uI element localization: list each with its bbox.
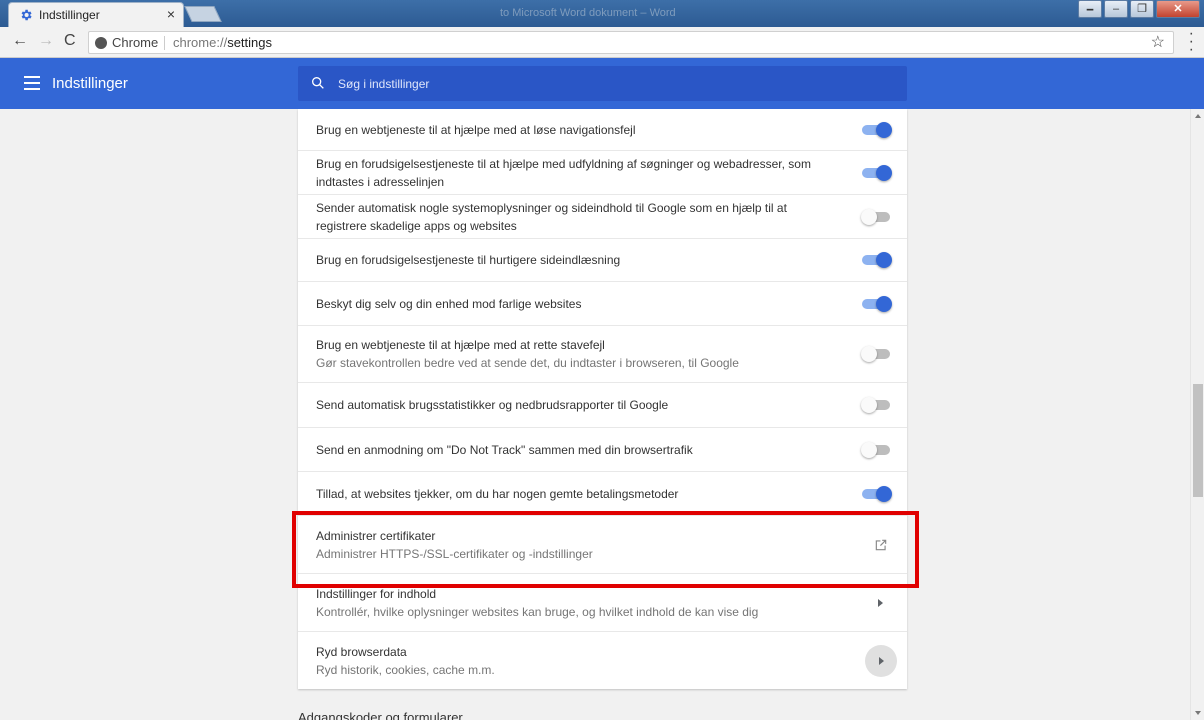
setting-row-safe-browsing[interactable]: Beskyt dig selv og din enhed mod farlige… — [298, 281, 907, 325]
setting-sublabel: Kontrollér, hvilke oplysninger websites … — [316, 604, 759, 619]
setting-row-clear-browsing-data[interactable]: Ryd browserdata Ryd historik, cookies, c… — [298, 631, 907, 689]
search-icon — [312, 77, 324, 89]
new-tab-button[interactable] — [184, 6, 222, 22]
scroll-thumb[interactable] — [1193, 384, 1203, 497]
title-bar: Indstillinger × to Microsoft Word dokume… — [0, 0, 1204, 27]
search-box[interactable] — [298, 66, 907, 101]
setting-label: Indstillinger for indhold — [316, 586, 437, 601]
setting-label: Ryd browserdata — [316, 644, 407, 659]
toggle-switch[interactable] — [862, 295, 892, 312]
setting-row-navigation-errors[interactable]: Brug en webtjeneste til at hjælpe med at… — [298, 109, 907, 150]
setting-label: Administrer certifikater — [316, 528, 436, 543]
address-bar[interactable]: Chrome chrome://settings ☆ — [88, 31, 1174, 54]
settings-header: Indstillinger — [0, 58, 1204, 109]
setting-label: Beskyt dig selv og din enhed mod farlige… — [316, 296, 582, 311]
menu-dots-icon[interactable]: · · · — [1189, 26, 1194, 58]
setting-label: Brug en webtjeneste til at hjælpe med at… — [316, 338, 605, 352]
setting-row-payment-methods[interactable]: Tillad, at websites tjekker, om du har n… — [298, 471, 907, 515]
hamburger-menu-icon[interactable] — [24, 76, 40, 90]
setting-row-prediction-search[interactable]: Brug en forudsigelsestjeneste til at hjæ… — [298, 150, 907, 194]
setting-row-usage-stats[interactable]: Send automatisk brugsstatistikker og ned… — [298, 382, 907, 427]
setting-sublabel: Gør stavekontrollen bedre ved at sende d… — [316, 356, 739, 370]
settings-gear-icon — [21, 9, 32, 21]
privacy-card: Brug en webtjeneste til at hjælpe med at… — [298, 109, 907, 689]
setting-label: Send automatisk brugsstatistikker og ned… — [316, 398, 669, 412]
scroll-down-icon[interactable] — [1195, 711, 1201, 715]
back-icon[interactable]: ← — [12, 32, 28, 50]
toggle-switch[interactable] — [862, 121, 892, 138]
page-title: Indstillinger — [52, 75, 128, 92]
setting-row-spelling[interactable]: Brug en webtjeneste til at hjælpe med at… — [298, 325, 907, 382]
toggle-switch[interactable] — [861, 397, 890, 413]
toggle-switch[interactable] — [862, 485, 892, 502]
site-label: Chrome — [112, 35, 159, 50]
close-window-button[interactable]: ✕ — [1156, 0, 1200, 18]
user-icon[interactable]: 🗕 — [1078, 0, 1102, 18]
setting-label: Brug en forudsigelsestjeneste til at hjæ… — [316, 156, 811, 189]
toggle-switch[interactable] — [861, 208, 890, 225]
bookmark-star-icon[interactable]: ☆ — [1151, 32, 1165, 52]
toggle-switch[interactable] — [862, 252, 892, 268]
scroll-up-icon[interactable] — [1195, 114, 1201, 118]
browser-tab[interactable]: Indstillinger × — [8, 2, 184, 27]
browser-toolbar: ← → C Chrome chrome://settings ☆ · · · — [0, 26, 1204, 58]
chevron-right-icon[interactable] — [865, 644, 897, 677]
toggle-switch[interactable] — [861, 346, 890, 362]
settings-content: Brug en webtjeneste til at hjælpe med at… — [0, 109, 1190, 720]
reload-icon[interactable]: C — [64, 32, 76, 50]
window-title: to Microsoft Word dokument – Word — [500, 7, 676, 19]
tab-title: Indstillinger — [39, 8, 100, 22]
setting-row-safe-browsing-reports[interactable]: Sender automatisk nogle systemoplysninge… — [298, 194, 907, 238]
setting-label: Brug en webtjeneste til at hjælpe med at… — [316, 122, 636, 137]
toggle-switch[interactable] — [862, 164, 892, 181]
setting-row-certificates[interactable]: Administrer certifikater Administrer HTT… — [298, 515, 907, 573]
setting-label: Sender automatisk nogle systemoplysninge… — [316, 200, 787, 233]
setting-label: Tillad, at websites tjekker, om du har n… — [316, 486, 679, 501]
setting-label: Send en anmodning om "Do Not Track" samm… — [316, 442, 693, 457]
setting-label: Brug en forudsigelsestjeneste til hurtig… — [316, 253, 621, 267]
minimize-button[interactable]: – — [1104, 0, 1128, 18]
setting-row-do-not-track[interactable]: Send en anmodning om "Do Not Track" samm… — [298, 427, 907, 471]
maximize-button[interactable]: ❐ — [1130, 0, 1154, 18]
external-link-icon[interactable] — [874, 538, 888, 552]
toggle-switch[interactable] — [861, 441, 890, 458]
setting-row-content-settings[interactable]: Indstillinger for indhold Kontrollér, hv… — [298, 573, 907, 631]
chevron-right-icon[interactable] — [878, 598, 883, 607]
scrollbar[interactable] — [1190, 109, 1204, 720]
next-section-heading: Adgangskoder og formularer — [298, 710, 463, 720]
search-input[interactable] — [338, 74, 878, 93]
forward-icon[interactable]: → — [38, 32, 54, 50]
chrome-icon — [95, 37, 107, 49]
tab-close-icon[interactable]: × — [167, 6, 175, 22]
setting-row-prefetch[interactable]: Brug en forudsigelsestjeneste til hurtig… — [298, 238, 907, 281]
omnibox-separator — [164, 36, 165, 50]
setting-sublabel: Administrer HTTPS-/SSL-certifikater og -… — [316, 546, 593, 561]
url-text: chrome://settings — [173, 35, 272, 50]
setting-sublabel: Ryd historik, cookies, cache m.m. — [316, 662, 495, 677]
